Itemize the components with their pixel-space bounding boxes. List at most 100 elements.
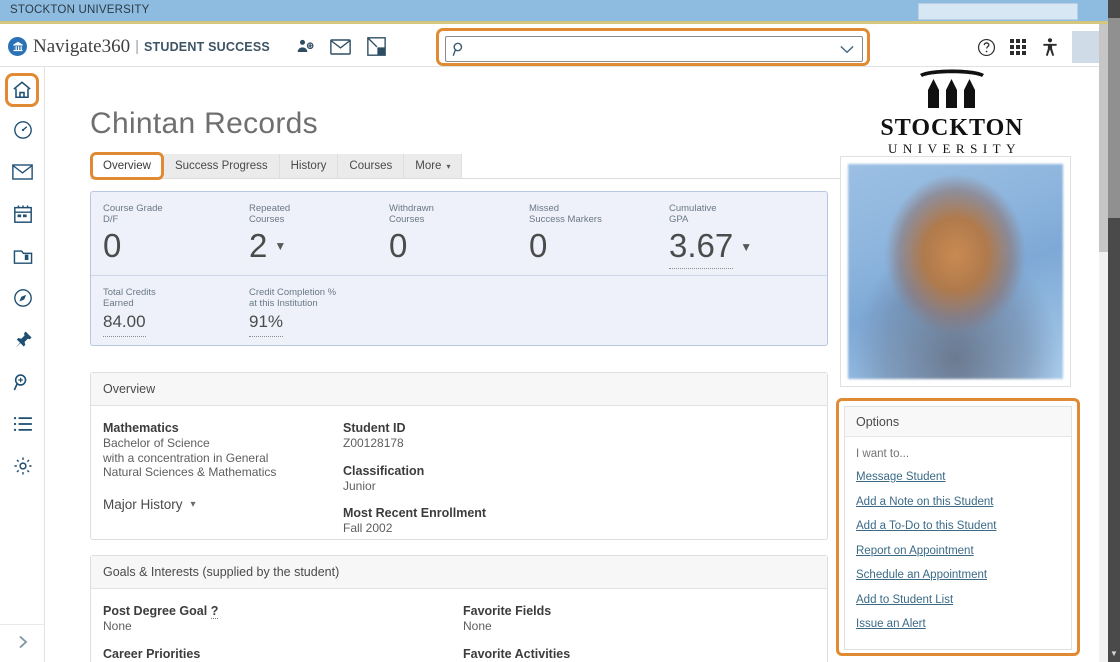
brand-separator: |	[135, 38, 139, 55]
sidebar-item-calendar[interactable]	[0, 195, 45, 233]
option-add-student-list[interactable]: Add to Student List	[856, 594, 1060, 606]
stat-value: 0	[103, 227, 122, 264]
note-square-icon[interactable]	[364, 34, 390, 60]
logo-line1: STOCKTON	[880, 115, 1024, 141]
overview-card-title: Overview	[91, 373, 827, 406]
sidebar-item-home[interactable]	[5, 73, 39, 107]
brand-subtitle: STUDENT SUCCESS	[143, 39, 270, 54]
page-scrollbar-thumb[interactable]	[1099, 24, 1108, 252]
accessibility-icon[interactable]	[1034, 31, 1066, 63]
options-panel-highlight: Options I want to... Message Student Add…	[836, 398, 1080, 656]
sidebar-item-messages[interactable]	[0, 153, 45, 191]
career-priorities-field: Career Priorities None	[103, 646, 433, 662]
sidebar-item-dashboard[interactable]	[0, 111, 45, 149]
stats-row-secondary: Total Credits Earned 84.00 Credit Comple…	[91, 276, 827, 344]
brand[interactable]: Navigate360 | STUDENT SUCCESS	[8, 36, 270, 58]
stat-label-line2: Earned	[103, 298, 134, 309]
major-history-dropdown[interactable]: Major History ▾	[103, 497, 343, 512]
chevron-down-icon[interactable]	[840, 45, 854, 54]
stat-label-line1: Repeated	[249, 203, 291, 214]
help-tooltip-icon[interactable]: ?	[210, 604, 219, 619]
tab-courses[interactable]: Courses	[338, 154, 405, 178]
university-banner: STOCKTON UNIVERSITY	[0, 0, 1108, 24]
brand-name: Navigate360	[33, 35, 131, 57]
page-scrollbar[interactable]	[1099, 24, 1108, 662]
sidebar-item-pinned[interactable]	[0, 321, 45, 359]
envelope-icon[interactable]	[328, 34, 354, 60]
goals-card-title: Goals & Interests (supplied by the stude…	[91, 556, 827, 589]
favorite-activities-label: Favorite Activities	[463, 646, 571, 661]
stat-withdrawn-courses: Withdrawn Courses 0	[377, 192, 517, 275]
options-intro: I want to...	[856, 448, 910, 460]
navigate360-student-page: STOCKTON UNIVERSITY Navigate360 | STUDEN…	[0, 0, 1120, 662]
student-stats-panel: Course Grade D/F 0 Repeated Courses 2 ▼ …	[90, 191, 828, 346]
stat-label-line1: Cumulative	[669, 203, 717, 214]
university-banner-text: STOCKTON UNIVERSITY	[10, 4, 150, 16]
scroll-down-arrow-icon[interactable]: ▼	[1108, 648, 1120, 660]
help-icon[interactable]	[970, 31, 1002, 63]
most-recent-enrollment-field: Most Recent Enrollment Fall 2002	[343, 505, 693, 536]
stat-label-line2: Courses	[389, 214, 425, 225]
tab-history[interactable]: History	[279, 154, 339, 178]
student-id-field: Student ID Z00128178	[343, 420, 693, 451]
post-degree-goal-value: None	[103, 619, 132, 633]
stat-value[interactable]: 3.67	[669, 225, 734, 269]
stat-value: 0	[529, 227, 548, 264]
search-icon	[452, 42, 467, 57]
global-search-box[interactable]	[445, 36, 863, 62]
tab-more-label: More	[415, 160, 442, 172]
tab-success-progress[interactable]: Success Progress	[163, 154, 280, 178]
stat-label-line1: Course Grade	[103, 203, 163, 214]
stat-repeated-courses: Repeated Courses 2 ▼	[237, 192, 377, 275]
stat-value: 2	[249, 227, 268, 264]
tab-history-label: History	[290, 160, 327, 172]
option-report-appointment[interactable]: Report on Appointment	[856, 545, 1060, 557]
tab-courses-label: Courses	[349, 160, 393, 172]
left-nav-rail	[0, 67, 45, 662]
sidebar-item-campaigns[interactable]	[0, 279, 45, 317]
concentration-line2: Natural Sciences & Mathematics	[103, 465, 277, 479]
chevron-down-icon[interactable]: ▼	[274, 225, 286, 267]
student-photo	[848, 164, 1063, 379]
career-priorities-label: Career Priorities	[103, 646, 201, 661]
apps-grid-icon[interactable]	[1002, 31, 1034, 63]
overview-major-block: Mathematics Bachelor of Science with a c…	[103, 420, 343, 512]
classification-value: Junior	[343, 478, 376, 493]
option-add-todo[interactable]: Add a To-Do to this Student	[856, 520, 1060, 532]
search-input[interactable]	[467, 38, 840, 60]
options-panel: Options I want to... Message Student Add…	[844, 406, 1072, 650]
enrollment-value: Fall 2002	[343, 521, 393, 535]
goals-interests-card: Goals & Interests (supplied by the stude…	[90, 555, 828, 662]
overview-card: Overview Mathematics Bachelor of Science…	[90, 372, 828, 540]
option-issue-alert[interactable]: Issue an Alert	[856, 618, 1060, 630]
goals-card-body: Post Degree Goal ? None Career Prioritie…	[91, 589, 827, 662]
add-person-icon[interactable]	[292, 34, 318, 60]
global-search-highlight	[436, 28, 870, 66]
sidebar-item-search[interactable]	[0, 363, 45, 401]
sidebar-item-cases[interactable]	[0, 237, 45, 275]
banner-input-box[interactable]	[918, 3, 1078, 20]
goals-left-column: Post Degree Goal ? None Career Prioritie…	[103, 603, 433, 662]
option-message-student[interactable]: Message Student	[856, 471, 1060, 483]
browser-scrollbar-thumb[interactable]	[1108, 18, 1120, 218]
classification-label: Classification	[343, 463, 425, 478]
stat-value[interactable]: 84.00	[103, 309, 146, 337]
sidebar-item-settings[interactable]	[0, 447, 45, 485]
tab-overview[interactable]: Overview	[90, 152, 164, 180]
sidebar-item-lists[interactable]	[0, 405, 45, 443]
chevron-down-icon[interactable]: ▼	[740, 226, 752, 268]
logo-line2: UNIVERSITY	[888, 141, 1021, 156]
favorite-fields-value: None	[463, 619, 492, 633]
tab-more[interactable]: More ▾	[404, 154, 463, 178]
stat-value[interactable]: 91%	[249, 309, 284, 337]
option-schedule-appointment[interactable]: Schedule an Appointment	[856, 569, 1060, 581]
browser-scrollbar[interactable]: ▼	[1108, 0, 1120, 662]
options-panel-title: Options	[845, 407, 1071, 437]
option-add-note[interactable]: Add a Note on this Student	[856, 496, 1060, 508]
student-id-label: Student ID	[343, 421, 406, 435]
stat-label-line1: Withdrawn	[389, 203, 434, 214]
student-id-value: Z00128178	[343, 436, 404, 450]
concentration-line1: with a concentration in General	[103, 450, 269, 465]
stat-credit-completion-pct: Credit Completion % at this Institution …	[237, 276, 437, 344]
sidebar-expand-button[interactable]	[0, 624, 45, 658]
